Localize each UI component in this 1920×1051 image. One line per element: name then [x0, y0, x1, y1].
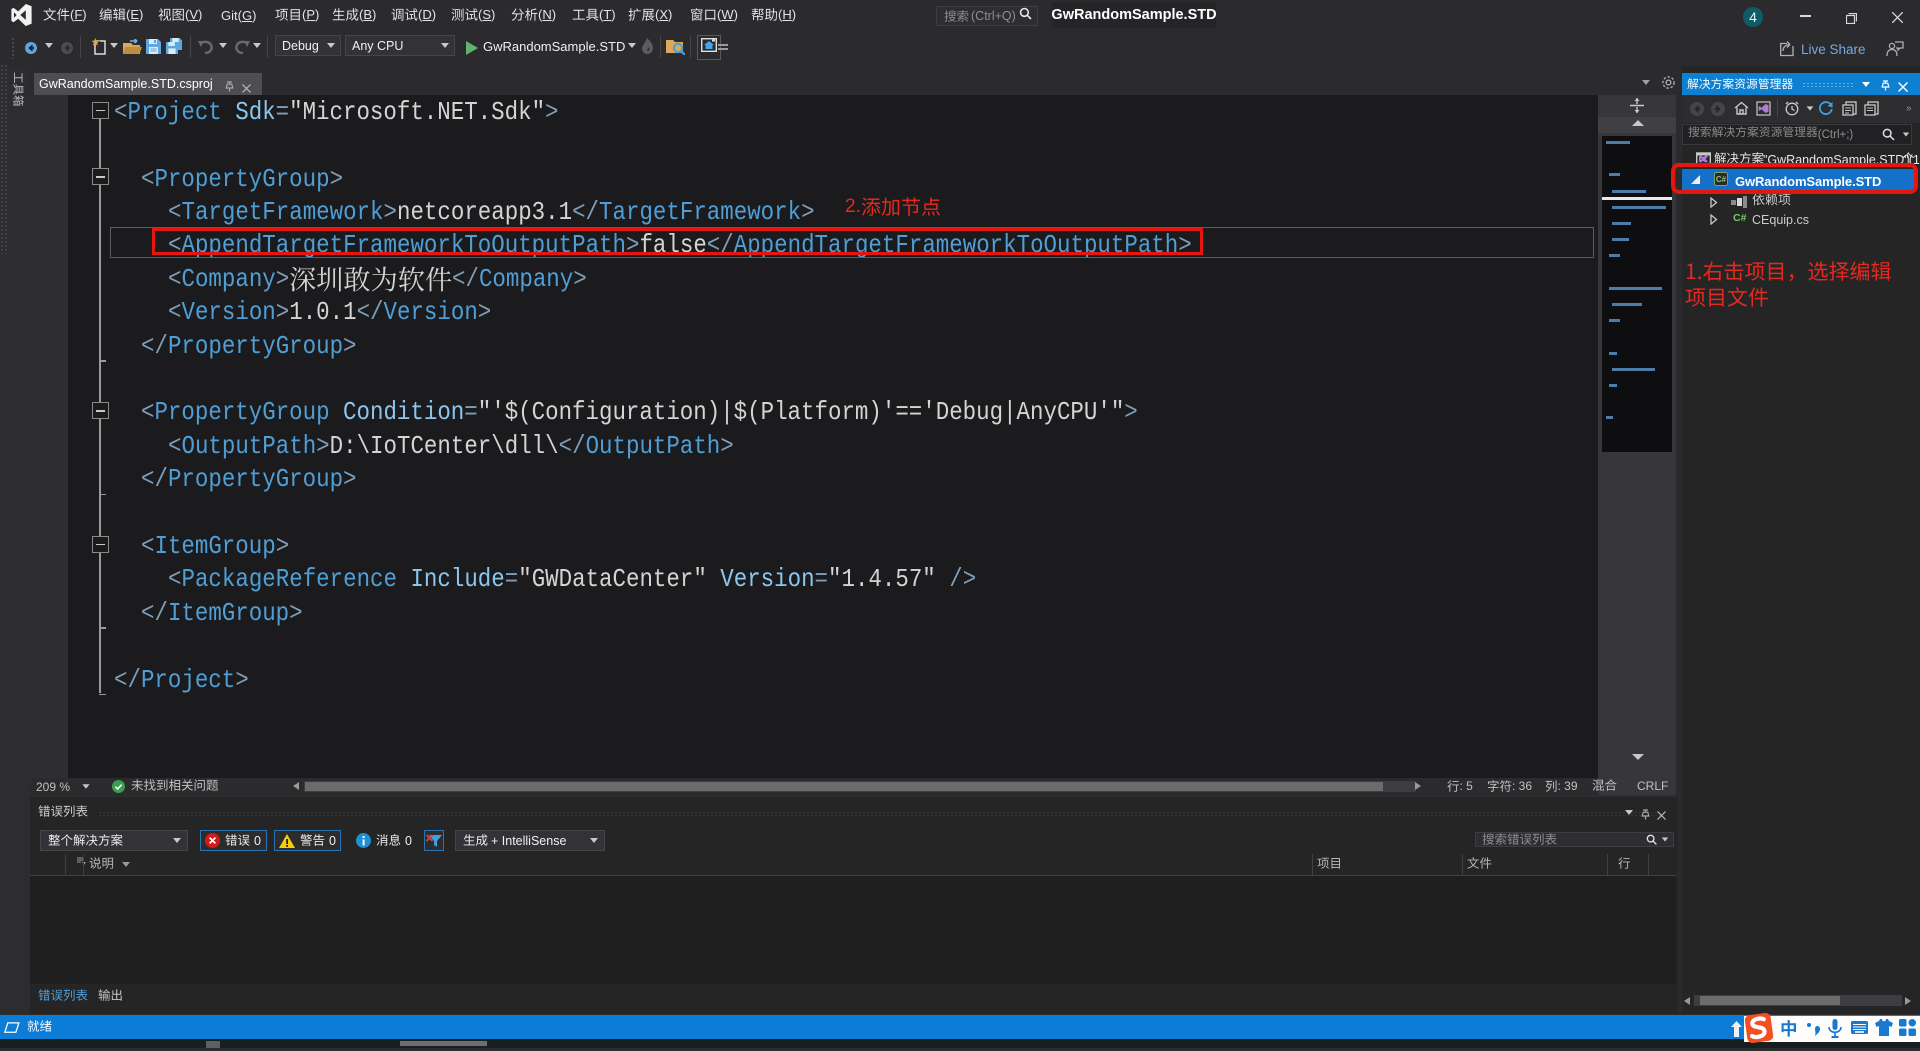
- svg-text:>: >: [1124, 397, 1137, 427]
- svg-text:TargetFramework: TargetFramework: [599, 197, 801, 227]
- svg-text:</: </: [141, 330, 168, 360]
- svg-text:</: </: [357, 297, 384, 327]
- svg-text:PropertyGroup: PropertyGroup: [154, 397, 329, 427]
- svg-text:</: </: [141, 598, 168, 628]
- svg-text:D:\IoTCenter\dll\: D:\IoTCenter\dll\: [330, 431, 559, 461]
- svg-text:>: >: [289, 598, 302, 628]
- svg-text:"Microsoft.NET.Sdk": "Microsoft.NET.Sdk": [289, 97, 545, 127]
- svg-text:>: >: [235, 664, 248, 694]
- svg-text:Version: Version: [384, 297, 478, 327]
- svg-text:1.0.1: 1.0.1: [289, 297, 356, 327]
- svg-text:>: >: [343, 330, 356, 360]
- svg-text:ItemGroup: ItemGroup: [154, 531, 275, 561]
- svg-text:>: >: [384, 197, 397, 227]
- svg-text:<: <: [168, 264, 181, 294]
- svg-text:/>: />: [949, 564, 976, 594]
- svg-text:Version: Version: [181, 297, 275, 327]
- svg-text:OutputPath: OutputPath: [586, 431, 721, 461]
- svg-text:<: <: [168, 431, 181, 461]
- svg-text:</: </: [141, 464, 168, 494]
- svg-text:PropertyGroup: PropertyGroup: [154, 163, 329, 193]
- svg-text:</: </: [114, 664, 141, 694]
- svg-text:Sdk: Sdk: [235, 97, 275, 127]
- svg-text:"'$(Configuration)|$(Platform): "'$(Configuration)|$(Platform)'=='Debug|…: [478, 397, 1125, 427]
- svg-text:<: <: [168, 197, 181, 227]
- svg-text:>: >: [720, 431, 733, 461]
- svg-text:>: >: [276, 297, 289, 327]
- svg-text:>: >: [478, 297, 491, 327]
- svg-text:=: =: [505, 564, 518, 594]
- svg-text:=: =: [276, 97, 289, 127]
- svg-text:C#: C#: [1733, 212, 1747, 224]
- svg-text:</: </: [559, 431, 586, 461]
- svg-text:Company: Company: [479, 264, 573, 294]
- svg-text:Version: Version: [720, 564, 814, 594]
- svg-text:TargetFramework: TargetFramework: [181, 197, 383, 227]
- svg-text:Company: Company: [181, 264, 275, 294]
- svg-text:>: >: [276, 531, 289, 561]
- svg-text:>: >: [276, 264, 289, 294]
- svg-text:Project: Project: [141, 664, 235, 694]
- svg-text:</: </: [572, 197, 599, 227]
- svg-text:>: >: [330, 163, 343, 193]
- svg-text:Project: Project: [127, 97, 221, 127]
- svg-text:Include: Include: [410, 564, 504, 594]
- svg-text:"GWDataCenter": "GWDataCenter": [518, 564, 707, 594]
- svg-text:ItemGroup: ItemGroup: [168, 598, 289, 628]
- svg-text:<: <: [168, 564, 181, 594]
- svg-text:>: >: [545, 97, 558, 127]
- svg-text:<: <: [141, 163, 154, 193]
- svg-text:netcoreapp3.1: netcoreapp3.1: [397, 197, 572, 227]
- svg-text:<: <: [168, 297, 181, 327]
- svg-text:PackageReference: PackageReference: [181, 564, 397, 594]
- svg-text:<: <: [141, 531, 154, 561]
- svg-text:>: >: [801, 197, 814, 227]
- svg-text:Condition: Condition: [343, 397, 464, 427]
- svg-text:>: >: [343, 464, 356, 494]
- svg-text:"1.4.57": "1.4.57": [828, 564, 936, 594]
- svg-text:OutputPath: OutputPath: [181, 431, 316, 461]
- svg-text:=: =: [464, 397, 477, 427]
- svg-text:>: >: [316, 431, 329, 461]
- svg-text:<: <: [114, 97, 127, 127]
- svg-text:</: </: [452, 264, 479, 294]
- svg-text:<: <: [141, 397, 154, 427]
- svg-text:PropertyGroup: PropertyGroup: [168, 330, 343, 360]
- svg-text:>: >: [574, 264, 587, 294]
- svg-text:=: =: [815, 564, 828, 594]
- svg-text:PropertyGroup: PropertyGroup: [168, 464, 343, 494]
